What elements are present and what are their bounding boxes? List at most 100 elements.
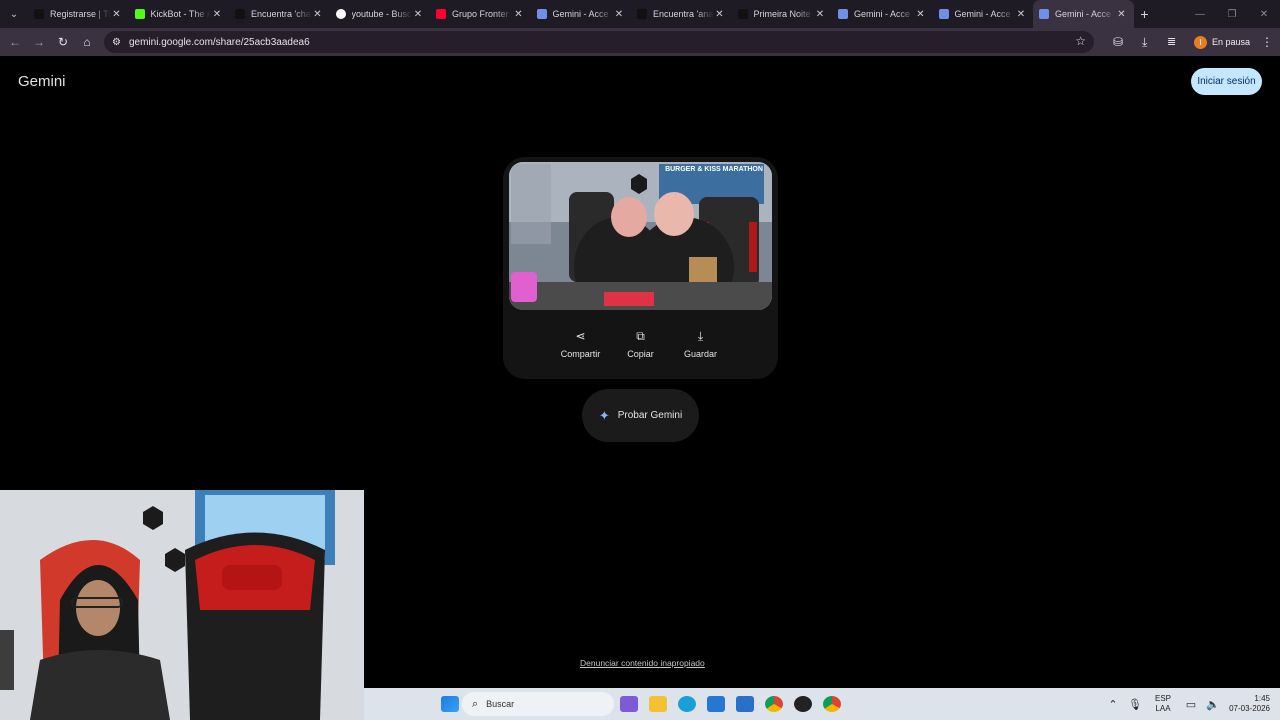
tab-label: Registrarse | TikTok bbox=[50, 9, 111, 19]
shared-image[interactable]: BURGER & KISS MARATHON bbox=[509, 162, 772, 310]
gemini-icon bbox=[938, 9, 949, 19]
search-icon: ⌕ bbox=[472, 697, 479, 710]
tab-label: Encuentra 'cha bbox=[251, 9, 311, 19]
image-actions: ⋖ Compartir ⧉ Copiar ⤓ Guardar bbox=[503, 329, 778, 359]
share-label: Compartir bbox=[560, 349, 601, 359]
language-bottom: LAA bbox=[1155, 704, 1171, 713]
forward-icon[interactable]: → bbox=[27, 30, 51, 54]
download-toolbar-icon[interactable]: ⤓ bbox=[1142, 35, 1147, 50]
tab-close-icon[interactable]: ✕ bbox=[814, 9, 826, 20]
kick-icon bbox=[134, 9, 145, 19]
copy-button[interactable]: ⧉ Copiar bbox=[620, 329, 662, 359]
incognito-icon[interactable]: ⛁ bbox=[1100, 35, 1136, 49]
brand-logo[interactable]: Gemini bbox=[18, 73, 66, 90]
address-bar[interactable]: ⚙ gemini.google.com/share/25acb3aadea6 ☆ bbox=[104, 31, 1094, 53]
report-content-link[interactable]: Denunciar contenido inapropiado bbox=[580, 658, 705, 668]
save-button[interactable]: ⤓ Guardar bbox=[680, 329, 722, 359]
tab-label: youtube - Busc bbox=[351, 9, 412, 19]
widgets-icon[interactable] bbox=[620, 696, 638, 712]
copy-label: Copiar bbox=[627, 349, 654, 359]
taskbar-search[interactable]: ⌕ Buscar bbox=[462, 692, 614, 716]
tab-close-icon[interactable]: ✕ bbox=[111, 9, 123, 20]
browser-tab[interactable]: Encuentra 'ana ✕ bbox=[631, 0, 732, 28]
signin-button[interactable]: Iniciar sesión bbox=[1191, 68, 1262, 95]
browser-tab[interactable]: KickBot - The # ✕ bbox=[129, 0, 230, 28]
close-window-icon[interactable]: ✕ bbox=[1248, 0, 1280, 28]
tab-search-chevron-icon[interactable]: ⌄ bbox=[0, 0, 28, 28]
home-icon[interactable]: ⌂ bbox=[75, 30, 99, 54]
toolbar-icons: ⛁ bbox=[1100, 28, 1136, 56]
reload-icon[interactable]: ↻ bbox=[51, 30, 75, 54]
avatar: I bbox=[1194, 35, 1207, 49]
profile-status: En pausa bbox=[1212, 37, 1251, 47]
back-icon[interactable]: ← bbox=[3, 30, 27, 54]
tab-close-icon[interactable]: ✕ bbox=[211, 9, 223, 20]
minimize-icon[interactable]: — bbox=[1184, 0, 1216, 28]
share-icon: ⋖ bbox=[575, 329, 586, 343]
store-icon[interactable] bbox=[707, 696, 725, 712]
more-menu-icon[interactable]: ⋮ bbox=[1260, 28, 1274, 56]
volume-icon[interactable]: 🔈 bbox=[1202, 698, 1224, 711]
clock-date: 07-03-2026 bbox=[1229, 704, 1270, 713]
reading-list-icon[interactable]: ≣ bbox=[1167, 35, 1176, 48]
shared-image-illustration: BURGER & KISS MARATHON bbox=[509, 162, 772, 310]
tab-close-icon[interactable]: ✕ bbox=[312, 9, 324, 20]
tiktok-icon bbox=[737, 9, 748, 19]
try-gemini-button[interactable]: ✦ Probar Gemini bbox=[582, 389, 699, 442]
network-icon[interactable]: ▭ bbox=[1180, 698, 1202, 711]
browser-tab[interactable]: Gemini - Acce ✕ bbox=[832, 0, 933, 28]
site-info-icon[interactable]: ⚙ bbox=[112, 37, 121, 48]
tab-strip: ⌄ Registrarse | TikTok✕KickBot - The #✕E… bbox=[0, 0, 1280, 28]
tab-close-icon[interactable]: ✕ bbox=[513, 9, 525, 20]
tab-label: KickBot - The # bbox=[150, 9, 212, 19]
browser-tab[interactable]: Gemini - Acce ✕ bbox=[933, 0, 1034, 28]
obs-icon[interactable] bbox=[794, 696, 812, 712]
gemini-icon bbox=[838, 9, 848, 19]
save-label: Guardar bbox=[683, 349, 718, 359]
tab-close-icon[interactable]: ✕ bbox=[915, 9, 927, 20]
chrome-profile-icon[interactable] bbox=[823, 696, 841, 712]
browser-tab[interactable]: Gemini - Acce ✕ bbox=[1033, 0, 1134, 28]
tiktok-icon bbox=[235, 9, 245, 19]
tiktok-icon bbox=[637, 9, 647, 19]
gemini-icon bbox=[1039, 9, 1049, 19]
tab-label: Gemini - Acce bbox=[1055, 9, 1112, 19]
browser-tab[interactable]: Gemini - Acce ✕ bbox=[531, 0, 632, 28]
google-icon bbox=[335, 9, 346, 19]
gemini-icon bbox=[536, 9, 547, 19]
tab-label: Gemini - Acce bbox=[854, 9, 911, 19]
file-explorer-icon[interactable] bbox=[649, 696, 667, 712]
share-button[interactable]: ⋖ Compartir bbox=[560, 329, 602, 359]
tab-close-icon[interactable]: ✕ bbox=[412, 9, 424, 20]
browser-tab[interactable]: Grupo Fronter ✕ bbox=[430, 0, 531, 28]
restore-icon[interactable]: ❐ bbox=[1216, 0, 1248, 28]
outlook-icon[interactable] bbox=[736, 696, 754, 712]
url-text: gemini.google.com/share/25acb3aadea6 bbox=[128, 36, 310, 48]
start-icon[interactable] bbox=[441, 696, 459, 712]
profile-button[interactable]: I En pausa bbox=[1190, 32, 1259, 52]
toolbar: ← → ↻ ⌂ ⚙ gemini.google.com/share/25acb3… bbox=[0, 28, 1280, 56]
browser-tab[interactable]: youtube - Busc ✕ bbox=[330, 0, 431, 28]
tab-close-icon[interactable]: ✕ bbox=[1015, 9, 1027, 20]
try-gemini-label: Probar Gemini bbox=[617, 410, 683, 421]
tab-close-icon[interactable]: ✕ bbox=[714, 9, 726, 20]
chrome-icon[interactable] bbox=[765, 696, 783, 712]
edge-icon[interactable] bbox=[678, 696, 696, 712]
browser-tab[interactable]: Primeira Noite ✕ bbox=[732, 0, 833, 28]
tab-label: Gemini - Acce bbox=[552, 9, 609, 19]
language-indicator[interactable]: ESP LAA bbox=[1146, 694, 1180, 714]
tab-label: Primeira Noite bbox=[753, 9, 811, 19]
download-icon: ⤓ bbox=[697, 329, 704, 343]
tab-close-icon[interactable]: ✕ bbox=[1116, 9, 1128, 20]
youtube-icon bbox=[436, 9, 446, 19]
microphone-icon[interactable]: 🎙 bbox=[1124, 698, 1146, 711]
browser-tab[interactable]: Encuentra 'cha ✕ bbox=[229, 0, 330, 28]
bookmark-star-icon[interactable]: ☆ bbox=[1075, 34, 1086, 48]
new-tab-button[interactable]: + bbox=[1134, 0, 1156, 28]
tiktok-icon bbox=[34, 9, 44, 19]
tab-close-icon[interactable]: ✕ bbox=[613, 9, 625, 20]
tray-overflow-icon[interactable]: ⌃ bbox=[1102, 698, 1124, 711]
browser-tab[interactable]: Registrarse | TikTok✕ bbox=[28, 0, 129, 28]
clock[interactable]: 1:45 07-03-2026 bbox=[1224, 694, 1270, 714]
language-top: ESP bbox=[1154, 694, 1171, 703]
